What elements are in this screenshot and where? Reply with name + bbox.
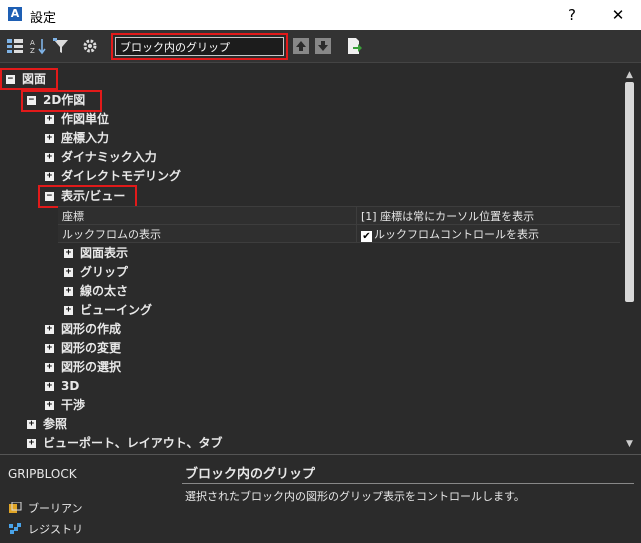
expand-icon[interactable]: + — [45, 325, 54, 334]
property-value[interactable]: [1] 座標は常にカーソル位置を表示 — [356, 207, 619, 224]
expand-icon[interactable]: + — [64, 306, 73, 315]
tree-label: ビューポート、レイアウト、タブ — [43, 436, 223, 450]
expand-icon[interactable]: + — [45, 172, 54, 181]
tree-label: ビューイング — [80, 303, 153, 317]
divider — [182, 483, 634, 484]
expand-icon[interactable]: + — [45, 344, 54, 353]
registry-icon — [8, 523, 22, 535]
checkbox-checked-icon[interactable]: ✔ — [361, 231, 372, 242]
legend-boolean: ブーリアン — [8, 500, 83, 516]
tree-item-viewports[interactable]: + ビューポート、レイアウト、タブ — [0, 434, 620, 452]
tree-item-select-entities[interactable]: + 図形の選択 — [0, 358, 620, 377]
highlight-box — [21, 90, 102, 112]
tree-item-drawing[interactable]: − 図面 — [0, 70, 620, 89]
tree-item-3d[interactable]: + 3D — [0, 377, 620, 396]
title-bar: A 設定 ? ✕ — [0, 0, 641, 30]
tree-item-drawing-display[interactable]: + 図面表示 — [0, 244, 620, 263]
expand-icon[interactable]: + — [45, 153, 54, 162]
help-button[interactable]: ? — [549, 0, 595, 30]
scroll-up-icon[interactable]: ▲ — [624, 70, 635, 80]
tree-label: 図形の作成 — [61, 322, 122, 336]
description-title: ブロック内のグリップ — [185, 467, 316, 482]
tree-label: 作図単位 — [61, 112, 110, 126]
export-icon[interactable] — [344, 36, 364, 56]
scroll-thumb[interactable] — [625, 82, 634, 302]
settings-gear-icon[interactable] — [80, 36, 100, 56]
categorized-view-icon[interactable] — [5, 36, 25, 56]
expand-icon[interactable]: + — [64, 287, 73, 296]
tree-label: ダイナミック入力 — [61, 150, 157, 164]
expand-icon[interactable]: + — [45, 134, 54, 143]
expand-icon[interactable]: + — [64, 249, 73, 258]
settings-tree: − 図面 − 2D作図 + 作図単位 + 座標入力 + ダイナミック入力 + ダ… — [0, 68, 620, 452]
tree-label: 参照 — [43, 417, 68, 431]
tree-label: 図面表示 — [80, 246, 129, 260]
tree-item-lineweight[interactable]: + 線の太さ — [0, 282, 620, 301]
tree-item-grips[interactable]: + グリップ — [0, 263, 620, 282]
variable-name: GRIPBLOCK — [8, 467, 77, 481]
toolbar: AZ — [0, 30, 641, 63]
expand-icon[interactable]: + — [27, 439, 36, 448]
tree-item-direct-modeling[interactable]: + ダイレクトモデリング — [0, 167, 620, 186]
legend-registry: レジストリ — [8, 521, 83, 537]
tree-label: 座標入力 — [61, 131, 110, 145]
expand-icon[interactable]: + — [64, 268, 73, 277]
legend-label: ブーリアン — [28, 502, 83, 515]
filter-icon[interactable] — [51, 36, 71, 56]
boolean-icon — [8, 501, 22, 514]
checkbox-label: ルックフロムコントロールを表示 — [374, 228, 539, 241]
tree-label: 干渉 — [61, 398, 86, 412]
close-button[interactable]: ✕ — [595, 0, 641, 30]
property-row-coordinates[interactable]: 座標 [1] 座標は常にカーソル位置を表示 — [58, 206, 620, 225]
search-input[interactable] — [115, 37, 284, 56]
tree-item-interference[interactable]: + 干渉 — [0, 396, 620, 415]
sort-alphabetical-icon[interactable]: AZ — [28, 36, 48, 56]
tree-label: 図形の変更 — [61, 341, 122, 355]
app-logo-icon: A — [8, 7, 22, 21]
property-row-lookfrom[interactable]: ルックフロムの表示 ✔ ルックフロムコントロールを表示 — [58, 224, 620, 243]
legend-label: レジストリ — [28, 523, 83, 536]
search-field-highlight — [111, 33, 288, 60]
tree-item-viewing[interactable]: + ビューイング — [0, 301, 620, 320]
move-down-icon[interactable] — [313, 36, 333, 56]
window-title: 設定 — [30, 11, 57, 26]
description-panel: GRIPBLOCK ブロック内のグリップ 選択されたブロック内の図形のグリップ表… — [0, 454, 641, 543]
description-text: 選択されたブロック内の図形のグリップ表示をコントロールします。 — [185, 490, 525, 503]
move-up-icon[interactable] — [291, 36, 311, 56]
expand-icon[interactable]: + — [45, 363, 54, 372]
tree-label: 線の太さ — [80, 284, 129, 298]
expand-icon[interactable]: + — [45, 382, 54, 391]
tree-label: グリップ — [80, 265, 129, 279]
tree-item-reference[interactable]: + 参照 — [0, 415, 620, 434]
tree-label: 3D — [61, 379, 80, 393]
tree-item-create-entities[interactable]: + 図形の作成 — [0, 320, 620, 339]
tree-item-drawing-units[interactable]: + 作図単位 — [0, 110, 620, 129]
tree-label: 図形の選択 — [61, 360, 122, 374]
tree-label: ダイレクトモデリング — [61, 169, 182, 183]
expand-icon[interactable]: + — [27, 420, 36, 429]
expand-icon[interactable]: + — [45, 401, 54, 410]
svg-text:Z: Z — [30, 47, 35, 55]
scroll-down-icon[interactable]: ▼ — [624, 439, 635, 449]
tree-item-modify-entities[interactable]: + 図形の変更 — [0, 339, 620, 358]
svg-text:A: A — [30, 39, 35, 47]
tree-scrollbar[interactable]: ▲ ▼ — [620, 68, 639, 452]
highlight-box — [38, 185, 137, 208]
tree-item-coordinate-input[interactable]: + 座標入力 — [0, 129, 620, 148]
property-name: ルックフロムの表示 — [62, 228, 161, 241]
property-value[interactable]: ✔ ルックフロムコントロールを表示 — [356, 225, 619, 242]
highlight-box — [0, 68, 58, 90]
expand-icon[interactable]: + — [45, 115, 54, 124]
tree-item-dynamic-input[interactable]: + ダイナミック入力 — [0, 148, 620, 167]
